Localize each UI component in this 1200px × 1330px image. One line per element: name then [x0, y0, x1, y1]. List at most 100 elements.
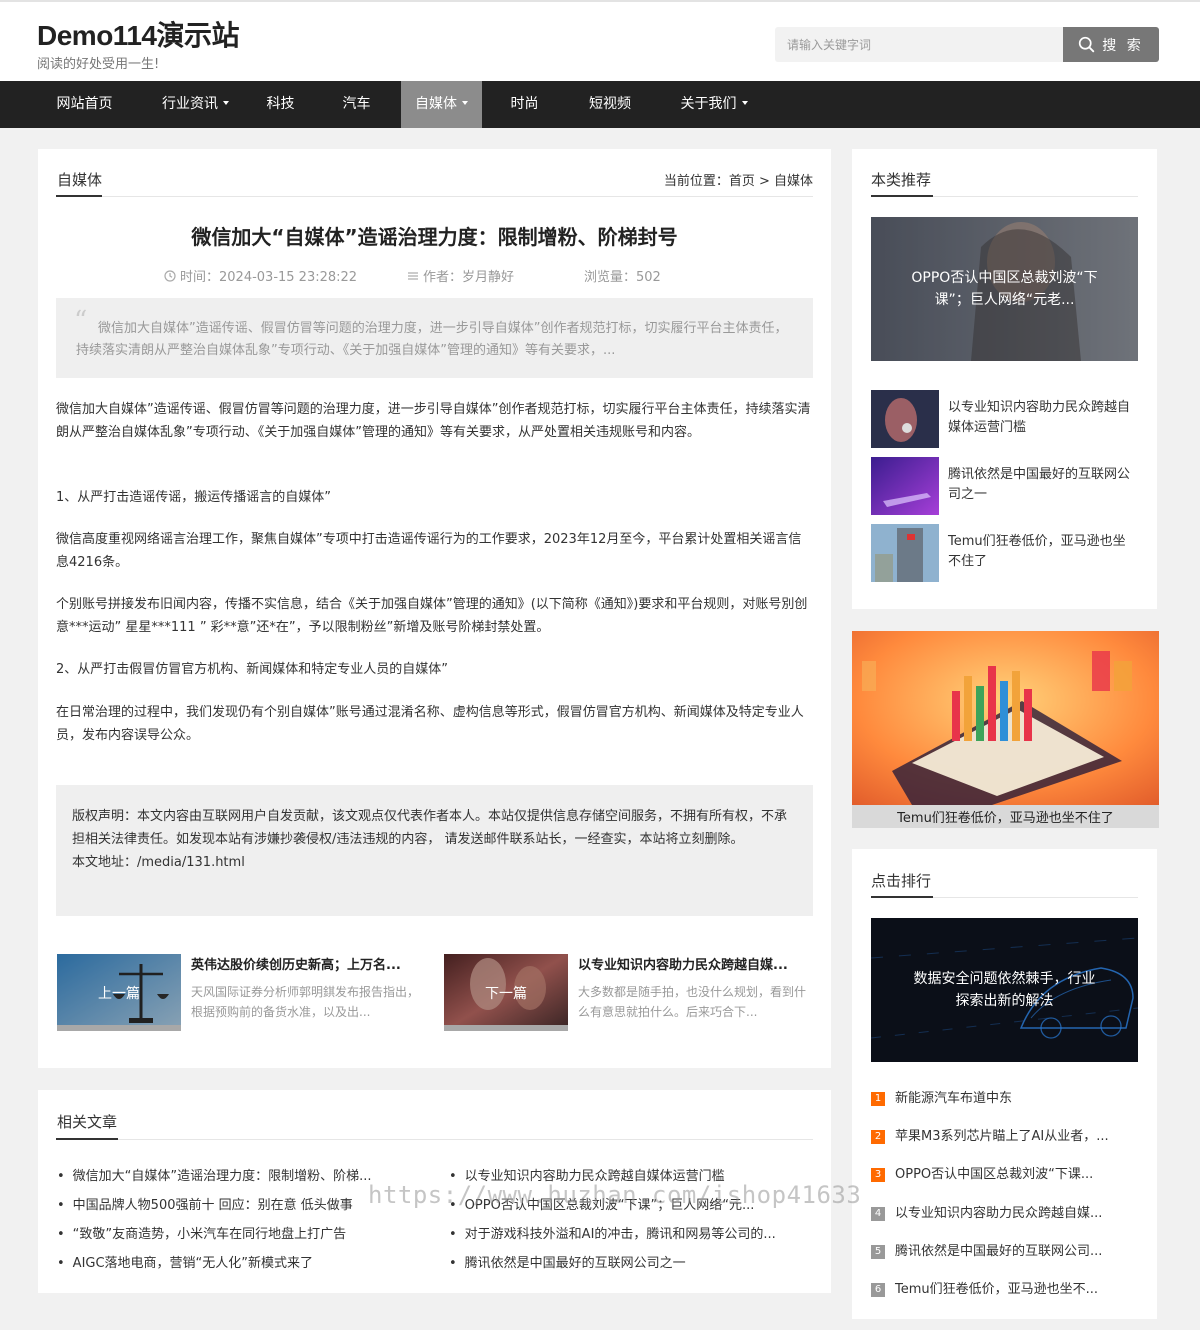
article-paragraph: 2、从严打击假冒仿冒官方机构、新闻媒体和特定专业人员的自媒体” [56, 662, 449, 677]
recommend-item[interactable]: Temu们狂卷低价，亚马逊也坐不住了 [871, 524, 1138, 582]
rank-number-badge: 2 [871, 1130, 885, 1144]
next-thumbnail[interactable]: 下一篇 [444, 954, 568, 1031]
copyright-notice: 版权声明：本文内容由互联网用户自发贡献，该文观点仅代表作者本人。本站仅提供信息存… [56, 785, 813, 916]
prev-title[interactable]: 英伟达股价续创历史新高；上万名... [191, 954, 427, 973]
copyright-text: 版权声明：本文内容由互联网用户自发贡献，该文观点仅代表作者本人。本站仅提供信息存… [72, 809, 788, 847]
nav-label: 自媒体 [415, 96, 457, 112]
chevron-down-icon [462, 101, 468, 105]
ranking-item[interactable]: 2 苹果M3系列芯片瞄上了AI从业者，... [871, 1125, 1139, 1144]
related-link[interactable]: 微信加大“自媒体”造谣治理力度：限制增粉、阶梯... [57, 1165, 372, 1184]
ranking-item-title: 腾讯依然是中国最好的互联网公司... [895, 1244, 1103, 1259]
site-header: Demo114演示站 阅读的好处受用一生! 搜 索 [0, 2, 1200, 81]
main-nav: 网站首页 行业资讯 科技 汽车 自媒体 时尚 短视频 关于我们 [0, 81, 1200, 128]
prev-thumbnail[interactable]: 上一篇 [57, 954, 181, 1031]
ranking-item-title: 新能源汽车布道中东 [895, 1091, 1013, 1106]
nav-label: 网站首页 [56, 96, 113, 112]
ranking-item[interactable]: 3 OPPO否认中国区总裁刘波“下课... [871, 1163, 1139, 1182]
quote-icon: “ [74, 306, 88, 336]
recommend-item-title: Temu们狂卷低价，亚马逊也坐不住了 [948, 534, 1126, 569]
related-heading: 相关文章 [57, 1113, 118, 1131]
recommend-thumb [871, 457, 939, 515]
article-paragraph: 1、从严打击造谣传谣，搬运传播谣言的自媒体” [56, 490, 332, 505]
site-logo-title[interactable]: Demo114演示站 [37, 14, 239, 54]
next-desc: 大多数都是随手拍，也没什么规划，看到什么有意思就拍什么。后来巧合下... [578, 985, 807, 1019]
ranking-item[interactable]: 4 以专业知识内容助力民众跨越自媒... [871, 1202, 1139, 1221]
divider [56, 196, 813, 197]
next-article[interactable]: 下一篇 以专业知识内容助力民众跨越自媒... 大多数都是随手拍，也没什么规划，看… [444, 954, 814, 1031]
recommend-thumb [871, 390, 939, 448]
article-paragraph: 微信高度重视网络谣言治理工作，聚焦自媒体”专项中打击造谣传谣行为的工作要求，20… [56, 532, 802, 570]
article-title: 微信加大“自媒体”造谣治理力度：限制增粉、阶梯封号 [191, 225, 678, 249]
views-text: 浏览量：502 [584, 270, 661, 285]
related-link[interactable]: 中国品牌人物500强前十 回应：别在意 低头做事 [57, 1194, 353, 1213]
recommend-thumb [871, 524, 939, 582]
related-link[interactable]: “致敬”友商造势，小米汽车在同行地盘上打广告 [57, 1223, 346, 1242]
article-views: 浏览量：502 [584, 266, 661, 285]
recommend-item-title: 以专业知识内容助力民众跨越自媒体运营门槛 [948, 400, 1131, 435]
nav-item-shortvideo[interactable]: 短视频 [570, 81, 650, 128]
chevron-down-icon [223, 101, 229, 105]
related-link[interactable]: 腾讯依然是中国最好的互联网公司之一 [449, 1252, 686, 1271]
ranking-feature[interactable]: 数据安全问题依然棘手，行业探索出新的解法 [871, 918, 1138, 1062]
laptop-image [871, 457, 939, 515]
ranking-panel: 点击排行 数据安全问题依然棘手，行业探索出新的解法 1 新能源汽车布道中东 2 苹果… [852, 849, 1157, 1319]
recommend-heading: 本类推荐 [871, 171, 932, 189]
ad-caption[interactable]: Temu们狂卷低价，亚马逊也坐不住了 [852, 805, 1159, 828]
nav-label: 关于我们 [680, 96, 737, 112]
related-link[interactable]: 对于游戏科技外溢和AI的冲击，腾讯和网易等公司的... [449, 1223, 776, 1242]
list-icon [408, 271, 418, 280]
search-button[interactable]: 搜 索 [1063, 27, 1159, 62]
time-text: 时间：2024-03-15 23:28:22 [180, 270, 358, 285]
related-link[interactable]: AIGC落地电商，营销“无人化”新模式来了 [57, 1252, 313, 1271]
ranking-item-title: 以专业知识内容助力民众跨越自媒... [895, 1206, 1103, 1221]
nav-item-media[interactable]: 自媒体 [401, 81, 482, 128]
recommend-item-title: 腾讯依然是中国最好的互联网公司之一 [948, 467, 1131, 502]
rank-number-badge: 3 [871, 1168, 885, 1182]
next-title[interactable]: 以专业知识内容助力民众跨越自媒... [578, 954, 814, 973]
ranking-heading: 点击排行 [871, 872, 932, 890]
rank-number-badge: 1 [871, 1092, 885, 1106]
ranking-item[interactable]: 6 Temu们狂卷低价，亚马逊也坐不... [871, 1278, 1139, 1297]
article-url: 本文地址：/media/131.html [72, 855, 245, 870]
ranking-item[interactable]: 5 腾讯依然是中国最好的互联网公司... [871, 1240, 1139, 1259]
nav-item-about[interactable]: 关于我们 [662, 81, 766, 128]
breadcrumb: 当前位置：首页 > 自媒体 [663, 174, 813, 189]
heading-underline [56, 195, 102, 197]
heading-underline [56, 1138, 118, 1140]
search-input[interactable] [775, 27, 1065, 62]
prev-label: 上一篇 [57, 954, 181, 1031]
next-label: 下一篇 [444, 954, 568, 1031]
article-author: 作者：岁月静好 [407, 266, 514, 285]
article-paragraph: 个别账号拼接发布旧闻内容，传播不实信息，结合《关于加强自媒体”管理的通知》(以下… [56, 597, 808, 635]
nav-item-tech[interactable]: 科技 [248, 81, 313, 128]
ranking-feature-title: 数据安全问题依然棘手，行业探索出新的解法 [913, 971, 1096, 1009]
article-paragraph: 微信加大自媒体”造谣传谣、假冒仿冒等问题的治理力度，进一步引导自媒体”创作者规范… [56, 402, 811, 440]
recommend-panel: 本类推荐 OPPO否认中国区总裁刘波“下课”；巨人网络“元老... 以专业知识内… [852, 149, 1157, 609]
nav-item-fashion[interactable]: 时尚 [492, 81, 557, 128]
ranking-item-title: OPPO否认中国区总裁刘波“下课... [895, 1167, 1094, 1182]
ad-banner[interactable] [852, 631, 1159, 805]
heading-underline [871, 195, 933, 197]
nav-label: 时尚 [510, 96, 539, 112]
ranking-item[interactable]: 1 新能源汽车布道中东 [871, 1087, 1139, 1106]
divider [56, 1139, 813, 1140]
site-slogan: 阅读的好处受用一生! [37, 57, 160, 72]
chart-tablet-image [852, 631, 1159, 805]
recommend-item[interactable]: 以专业知识内容助力民众跨越自媒体运营门槛 [871, 390, 1138, 448]
nav-label: 汽车 [342, 96, 371, 112]
article-panel: 自媒体 当前位置：首页 > 自媒体 微信加大“自媒体”造谣治理力度：限制增粉、阶… [38, 149, 831, 1068]
prev-article[interactable]: 上一篇 英伟达股价续创历史新高；上万名... 天风国际证券分析师郭明錤发布报告指… [57, 954, 427, 1031]
hands-image [871, 390, 939, 448]
nav-item-auto[interactable]: 汽车 [324, 81, 389, 128]
summary-text: 微信加大自媒体”造谣传谣、假冒仿冒等问题的治理力度，进一步引导自媒体”创作者规范… [76, 321, 788, 358]
nav-item-industry[interactable]: 行业资讯 [143, 81, 248, 128]
article-time: 时间：2024-03-15 23:28:22 [164, 266, 357, 285]
building-image [871, 524, 939, 582]
nav-item-home[interactable]: 网站首页 [37, 81, 132, 128]
rank-number-badge: 5 [871, 1245, 885, 1259]
search-icon [1079, 36, 1095, 53]
nav-label: 行业资讯 [162, 96, 218, 112]
chevron-down-icon [741, 101, 748, 105]
recommend-item[interactable]: 腾讯依然是中国最好的互联网公司之一 [871, 457, 1138, 515]
recommend-feature[interactable]: OPPO否认中国区总裁刘波“下课”；巨人网络“元老... [871, 217, 1138, 361]
